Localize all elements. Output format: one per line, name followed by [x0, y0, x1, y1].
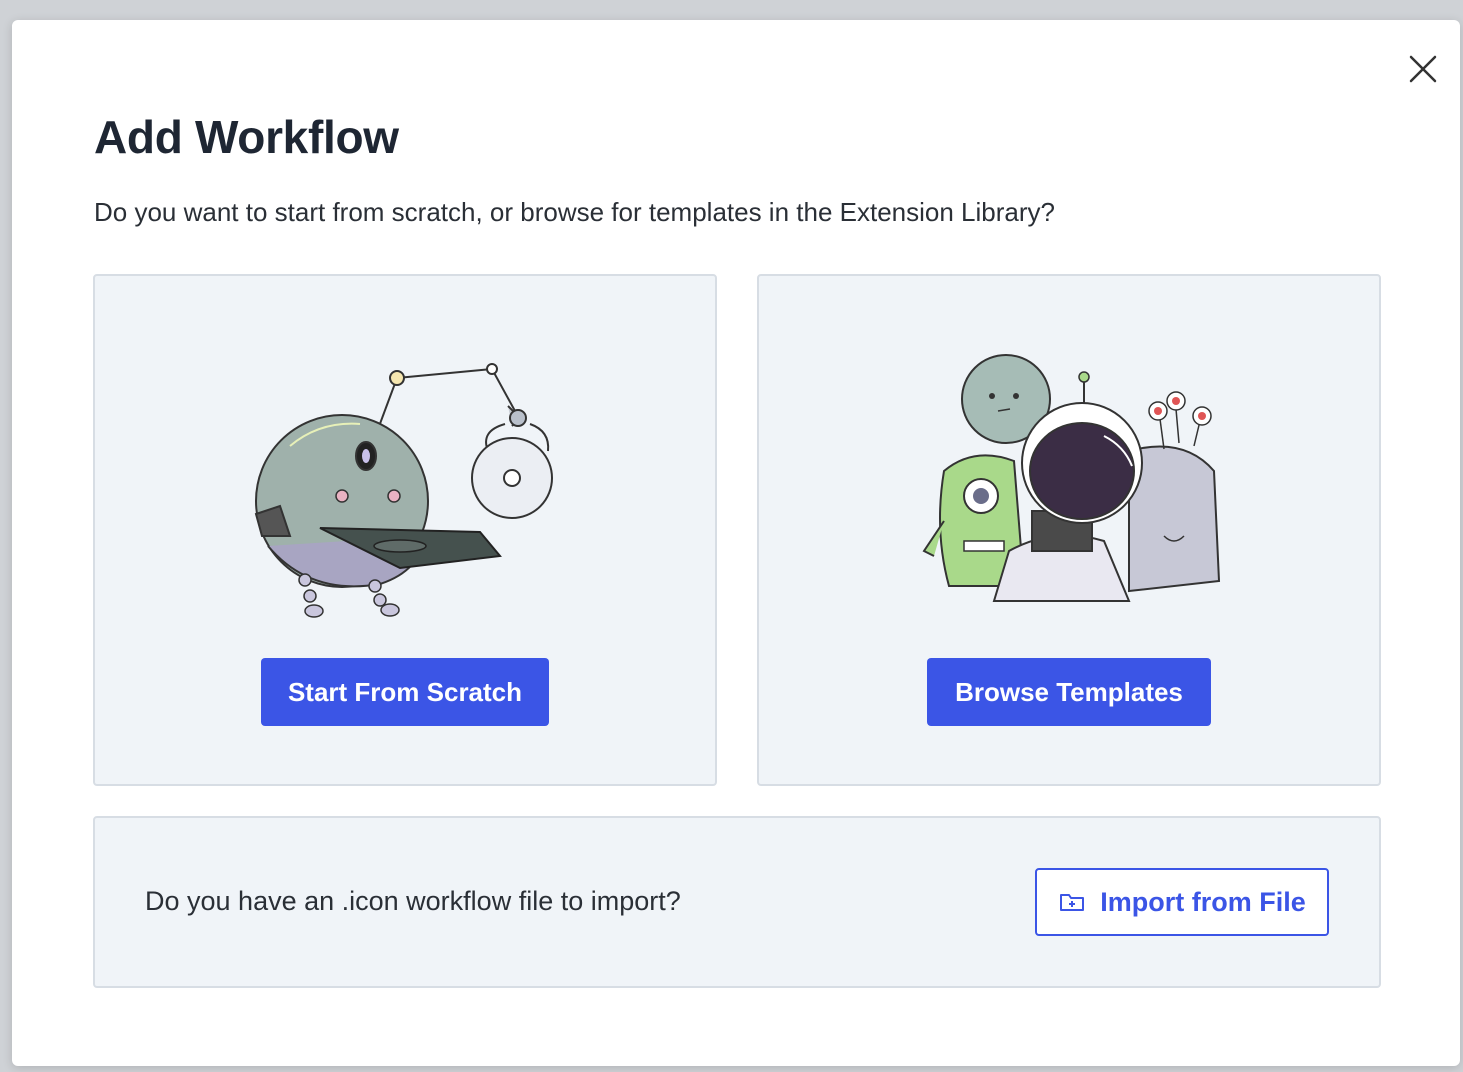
robot-arm-illustration	[254, 363, 553, 618]
start-from-scratch-card[interactable]: Start From Scratch	[93, 274, 717, 786]
dialog-title: Add Workflow	[94, 111, 399, 163]
browse-templates-card[interactable]: Browse Templates	[757, 274, 1381, 786]
import-section: Do you have an .icon workflow file to im…	[93, 816, 1381, 988]
characters-group-illustration	[922, 354, 1221, 602]
start-from-scratch-button[interactable]: Start From Scratch	[261, 658, 549, 726]
browse-templates-button[interactable]: Browse Templates	[927, 658, 1211, 726]
import-prompt: Do you have an .icon workflow file to im…	[145, 886, 681, 916]
dialog-subtitle: Do you want to start from scratch, or br…	[94, 197, 1055, 227]
close-icon[interactable]	[1407, 53, 1439, 85]
folder-plus-icon	[1060, 894, 1085, 911]
import-button-label: Import from File	[1100, 886, 1306, 917]
add-workflow-dialog: Add Workflow Do you want to start from s…	[12, 20, 1460, 1066]
import-from-file-button[interactable]: Import from File	[1035, 868, 1329, 936]
